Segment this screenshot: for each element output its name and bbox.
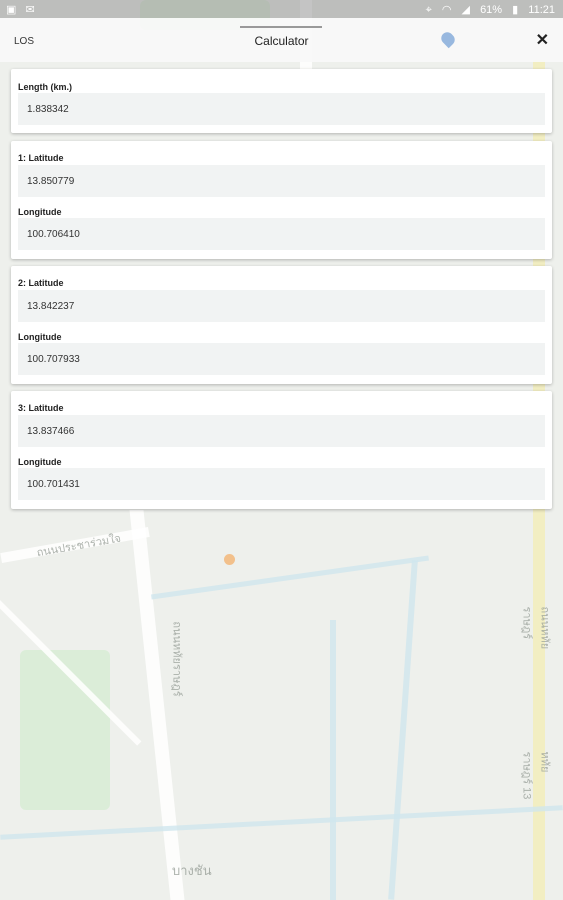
map-marker[interactable] (224, 554, 235, 565)
signal-icon: ◢ (461, 4, 470, 16)
page-title: Calculator (254, 34, 309, 48)
length-field[interactable] (18, 93, 545, 125)
canal (330, 620, 336, 900)
point-2-latitude-field[interactable] (18, 290, 545, 322)
point-1-longitude-field[interactable] (18, 218, 545, 250)
drag-handle[interactable] (240, 26, 322, 28)
point-2-longitude-label: Longitude (18, 332, 62, 342)
wifi-icon: ◠ (441, 4, 452, 16)
battery-percent: 61% (480, 4, 503, 16)
mail-icon: ✉ (25, 4, 38, 16)
point-1-latitude-field[interactable] (18, 165, 545, 197)
point-3-latitude-field[interactable] (18, 415, 545, 447)
point-1-longitude-label: Longitude (18, 207, 62, 217)
map-label: ถนนประชาร่วมใจ (35, 532, 122, 560)
point-3-card: 3: Latitude Longitude (11, 391, 552, 509)
map-label: ถนนหทัยราษฎร์ (520, 606, 551, 650)
point-2-longitude-field[interactable] (18, 343, 545, 375)
length-card: Length (km.) (11, 69, 552, 133)
canal (0, 805, 563, 840)
photo-icon: ▣ (6, 4, 20, 16)
point-3-longitude-label: Longitude (18, 457, 62, 467)
length-label: Length (km.) (18, 82, 72, 92)
point-2-latitude-label: 2: Latitude (18, 278, 64, 288)
point-2-card: 2: Latitude Longitude (11, 266, 552, 384)
map-label: หทัยราษฎร์ 13 (520, 751, 551, 800)
status-bar: ▣ ✉ ⌖ ◠ ◢ 61% ▮ 11:21 (0, 0, 563, 18)
point-1-latitude-label: 1: Latitude (18, 153, 64, 163)
battery-icon: ▮ (512, 4, 519, 16)
location-icon: ⌖ (425, 4, 432, 16)
canal (388, 560, 418, 900)
map-label: บางชัน (172, 863, 212, 878)
canal (151, 555, 429, 600)
map-road (129, 510, 185, 900)
dialog-header: LOS Calculator ✕ (0, 18, 563, 62)
map-label: ถนนหทัยราษฎร์ (170, 621, 183, 697)
point-3-latitude-label: 3: Latitude (18, 403, 64, 413)
point-3-longitude-field[interactable] (18, 468, 545, 500)
point-1-card: 1: Latitude Longitude (11, 141, 552, 259)
clock: 11:21 (528, 4, 555, 16)
close-icon[interactable]: ✕ (536, 30, 549, 50)
